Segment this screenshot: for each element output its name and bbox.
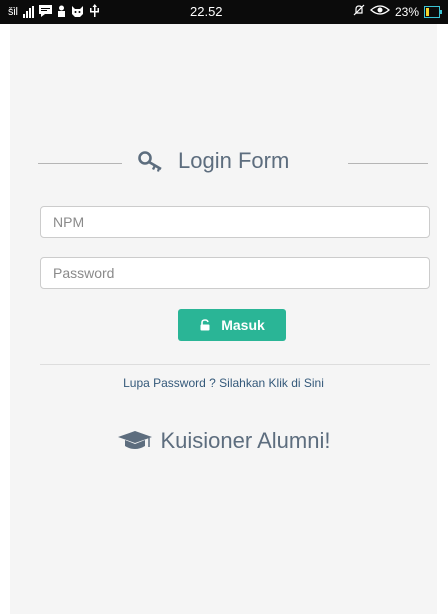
- brand-title: Kuisioner Alumni!: [160, 428, 331, 453]
- divider: [40, 364, 430, 365]
- login-page: Login Form Masuk Lupa Password ? Silahka…: [10, 24, 437, 614]
- status-left: šìl: [8, 4, 100, 20]
- masuk-button[interactable]: Masuk: [178, 309, 286, 341]
- heading-center: Login Form: [138, 148, 289, 174]
- status-right: 23%: [353, 4, 442, 19]
- message-icon: [38, 4, 52, 20]
- login-title: Login Form: [178, 148, 290, 173]
- npm-input[interactable]: [40, 206, 430, 238]
- login-heading: Login Form: [10, 144, 437, 184]
- heading-divider-right: [348, 163, 428, 164]
- battery-fill: [426, 7, 429, 16]
- forgot-password-line: Lupa Password ? Silahkan Klik di Sini: [10, 376, 437, 390]
- eye-icon: [369, 4, 390, 19]
- signal-text: šìl: [8, 6, 18, 18]
- brand: Kuisioner Alumni!: [10, 428, 437, 454]
- usb-icon: [89, 4, 100, 20]
- forgot-password-link[interactable]: Silahkan Klik di Sini: [219, 376, 324, 390]
- forgot-password-text: Lupa Password ?: [123, 376, 216, 390]
- mute-icon: [353, 4, 365, 19]
- heading-divider-left: [38, 163, 122, 164]
- clock: 22.52: [190, 4, 223, 19]
- graduation-cap-icon: [117, 430, 153, 452]
- cat-icon: [71, 5, 84, 20]
- battery-percent: 23%: [394, 4, 419, 19]
- person-icon: [57, 5, 66, 20]
- unlock-icon: [199, 319, 211, 331]
- signal-icon: [22, 6, 34, 18]
- masuk-label: Masuk: [221, 317, 265, 333]
- status-bar: šìl 22.52 23%: [0, 0, 448, 24]
- key-icon: [138, 150, 164, 172]
- battery-icon: [424, 5, 442, 18]
- password-input[interactable]: [40, 257, 430, 289]
